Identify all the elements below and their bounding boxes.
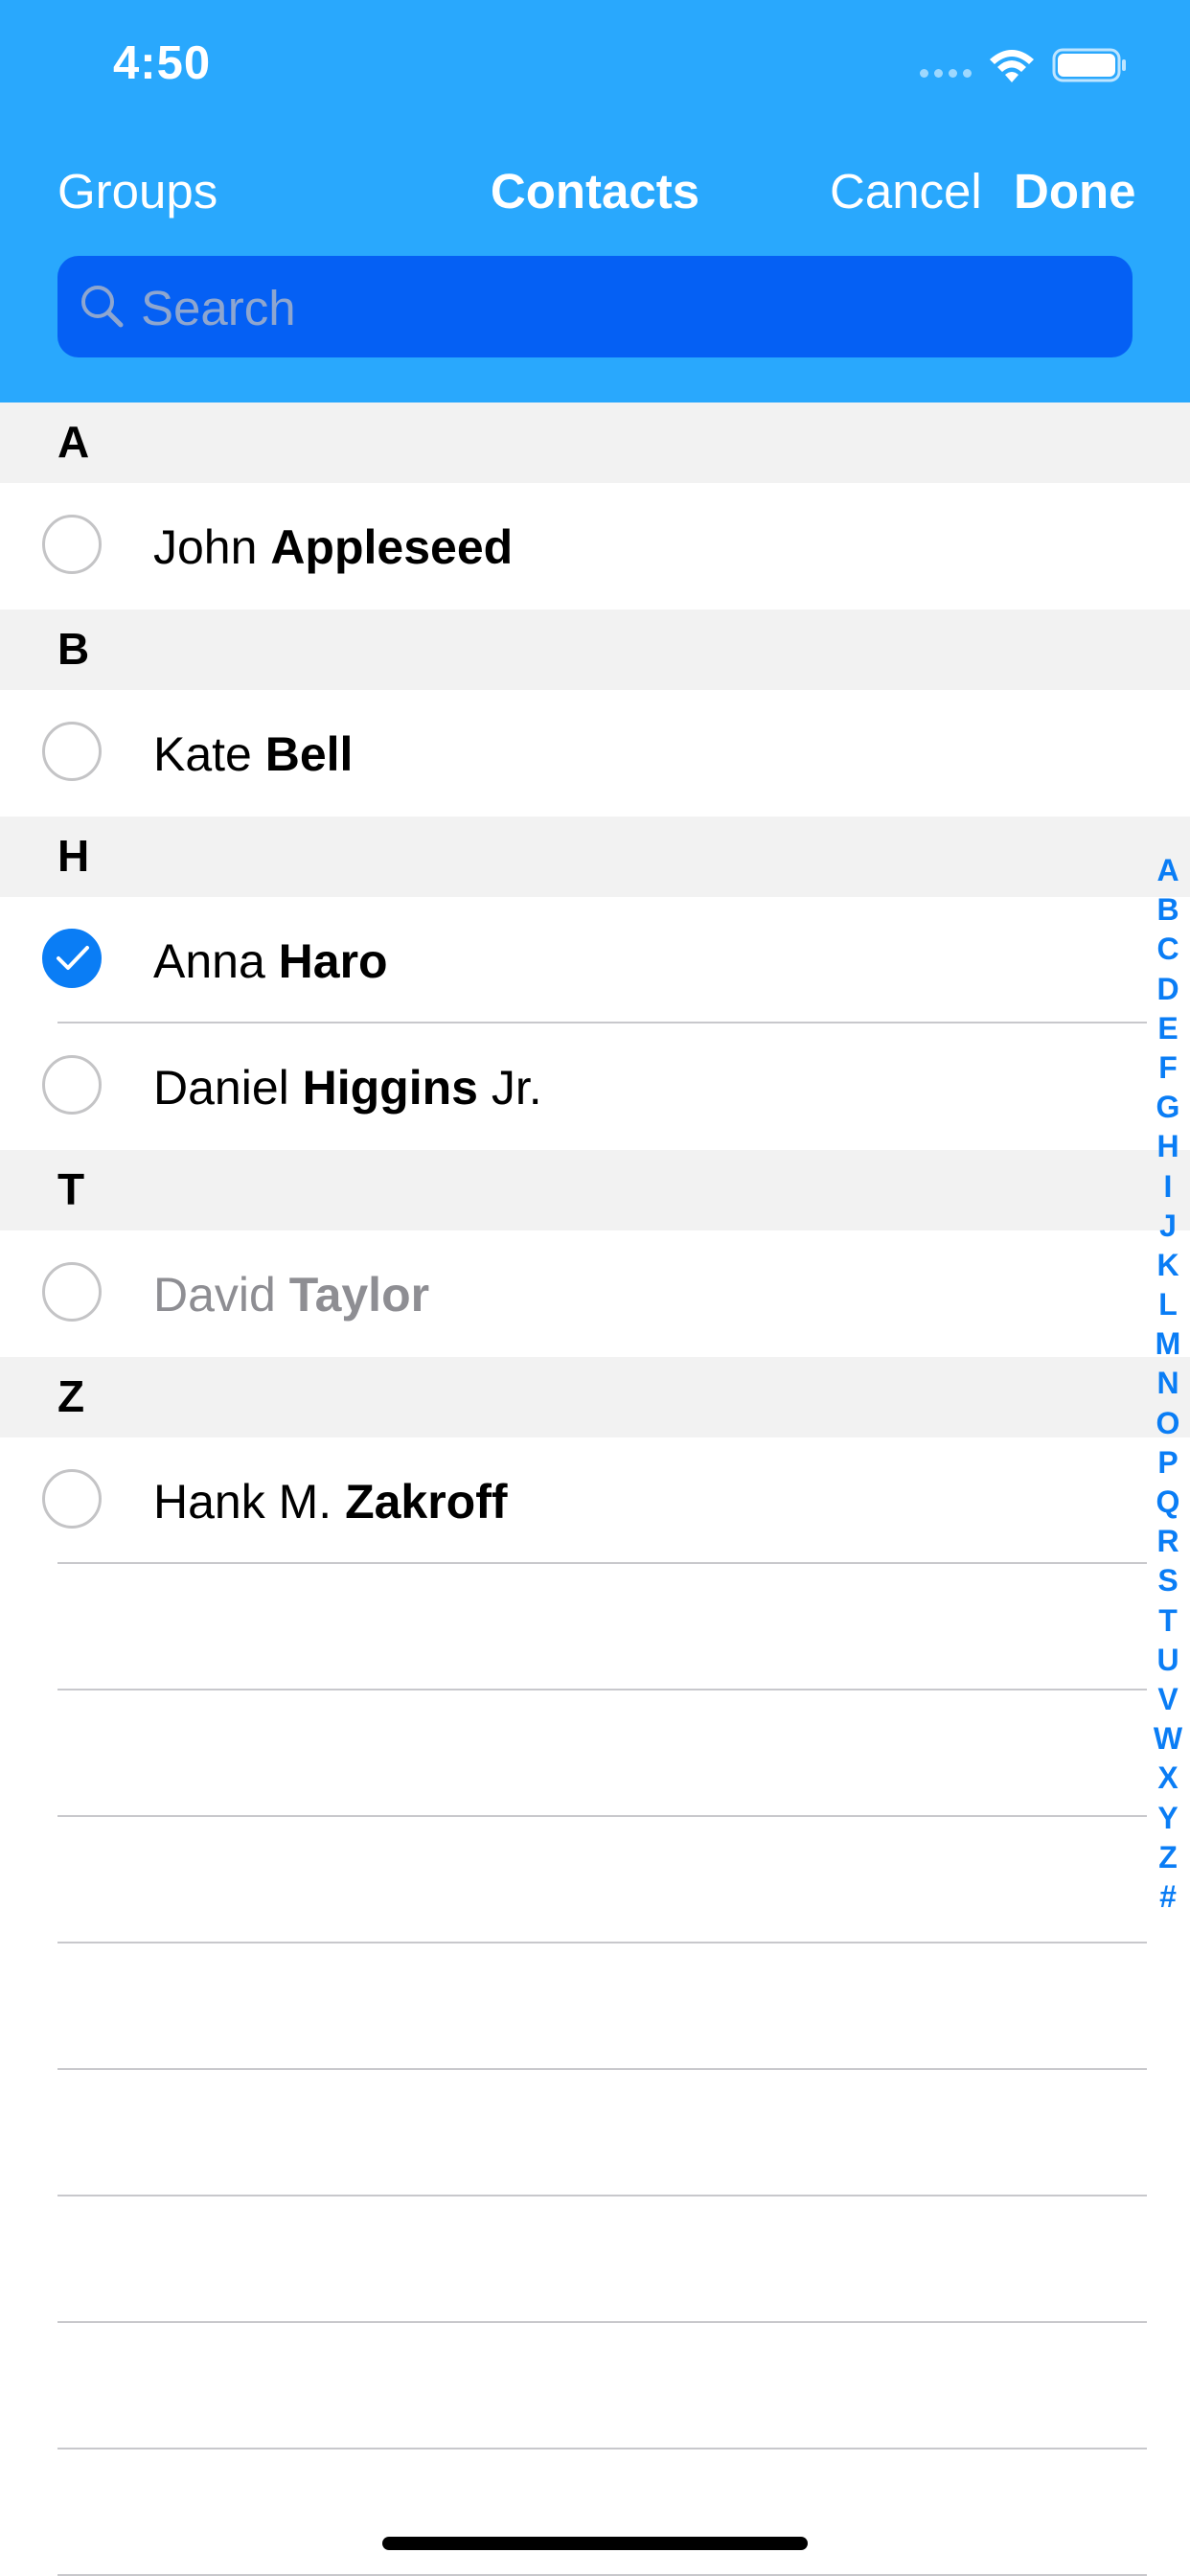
index-letter[interactable]: M — [1156, 1324, 1181, 1364]
empty-row-divider — [57, 1815, 1147, 1817]
wifi-icon — [990, 50, 1034, 82]
contacts-list: A John Appleseed B Kate Bell H Anna Haro… — [0, 402, 1190, 1564]
index-letter[interactable]: I — [1164, 1167, 1173, 1207]
section-index[interactable]: A B C D E F G H I J K L M N O P Q R S T … — [1150, 851, 1186, 1917]
index-letter[interactable]: Q — [1156, 1483, 1180, 1522]
section-letter: A — [57, 417, 90, 467]
empty-row-divider — [57, 2448, 1147, 2450]
index-letter[interactable]: P — [1157, 1443, 1178, 1483]
home-indicator[interactable] — [382, 2537, 808, 2550]
empty-row-divider — [57, 2321, 1147, 2323]
index-letter[interactable]: F — [1158, 1048, 1178, 1088]
section-letter: B — [57, 624, 90, 674]
index-letter[interactable]: G — [1156, 1088, 1180, 1127]
selection-circle[interactable] — [42, 722, 102, 781]
empty-row-divider — [57, 2195, 1147, 2196]
index-letter[interactable]: E — [1157, 1009, 1178, 1048]
index-letter[interactable]: U — [1156, 1641, 1179, 1680]
index-letter[interactable]: R — [1156, 1522, 1179, 1561]
index-letter[interactable]: # — [1159, 1877, 1177, 1917]
contact-name: Hank M. Zakroff — [153, 1475, 508, 1529]
groups-button[interactable]: Groups — [57, 163, 217, 219]
battery-icon — [1052, 48, 1126, 82]
section-header-h: H — [0, 816, 1190, 897]
section-header-z: Z — [0, 1357, 1190, 1438]
search-bar[interactable] — [57, 256, 1133, 359]
contact-name: John Appleseed — [153, 520, 514, 574]
contact-row-anna-haro[interactable]: Anna Haro — [0, 897, 1190, 1024]
index-letter[interactable]: B — [1156, 890, 1179, 930]
cellular-signal-icon — [920, 69, 972, 78]
empty-row-divider — [57, 1942, 1147, 1944]
search-icon — [81, 286, 124, 328]
index-letter[interactable]: S — [1157, 1561, 1178, 1600]
contact-row-hank-zakroff[interactable]: Hank M. Zakroff — [0, 1438, 1190, 1564]
contact-name: Kate Bell — [153, 727, 354, 781]
index-letter[interactable]: Z — [1158, 1838, 1178, 1877]
search-input[interactable] — [139, 256, 1101, 359]
index-letter[interactable]: J — [1159, 1207, 1177, 1246]
navigation-header: 4:50 Groups Contacts Cancel Done — [0, 0, 1190, 402]
contact-name: David Taylor — [153, 1268, 430, 1322]
index-letter[interactable]: O — [1156, 1404, 1180, 1443]
empty-row-divider — [57, 1689, 1147, 1690]
done-button[interactable]: Done — [1014, 163, 1136, 219]
index-letter[interactable]: C — [1156, 930, 1179, 969]
section-letter: H — [57, 831, 90, 881]
selection-circle[interactable] — [42, 1055, 102, 1115]
index-letter[interactable]: D — [1156, 970, 1179, 1009]
selection-circle[interactable] — [42, 515, 102, 574]
selection-circle[interactable] — [42, 1469, 102, 1529]
index-letter[interactable]: Y — [1157, 1799, 1178, 1838]
contact-row-daniel-higgins[interactable]: Daniel Higgins Jr. — [0, 1024, 1190, 1150]
section-letter: T — [57, 1164, 85, 1214]
index-letter[interactable]: T — [1158, 1601, 1178, 1641]
section-header-t: T — [0, 1150, 1190, 1230]
section-letter: Z — [57, 1371, 85, 1421]
status-time: 4:50 — [113, 37, 212, 89]
index-letter[interactable]: N — [1156, 1364, 1179, 1403]
contact-name: Anna Haro — [153, 934, 388, 988]
contact-row-david-taylor: David Taylor — [0, 1230, 1190, 1357]
index-letter[interactable]: L — [1158, 1285, 1178, 1324]
index-letter[interactable]: K — [1156, 1246, 1179, 1285]
index-letter[interactable]: V — [1157, 1680, 1178, 1719]
section-header-a: A — [0, 402, 1190, 483]
section-header-b: B — [0, 610, 1190, 690]
empty-row-divider — [57, 2068, 1147, 2070]
selected-checkmark-icon[interactable] — [42, 929, 102, 988]
index-letter[interactable]: W — [1154, 1719, 1182, 1759]
index-letter[interactable]: X — [1157, 1759, 1178, 1798]
contact-name: Daniel Higgins Jr. — [153, 1061, 542, 1115]
contact-row-kate-bell[interactable]: Kate Bell — [0, 690, 1190, 816]
index-letter[interactable]: H — [1156, 1127, 1179, 1166]
selection-circle — [42, 1262, 102, 1322]
index-letter[interactable]: A — [1156, 851, 1179, 890]
contact-row-john-appleseed[interactable]: John Appleseed — [0, 483, 1190, 610]
cancel-button[interactable]: Cancel — [830, 163, 982, 219]
